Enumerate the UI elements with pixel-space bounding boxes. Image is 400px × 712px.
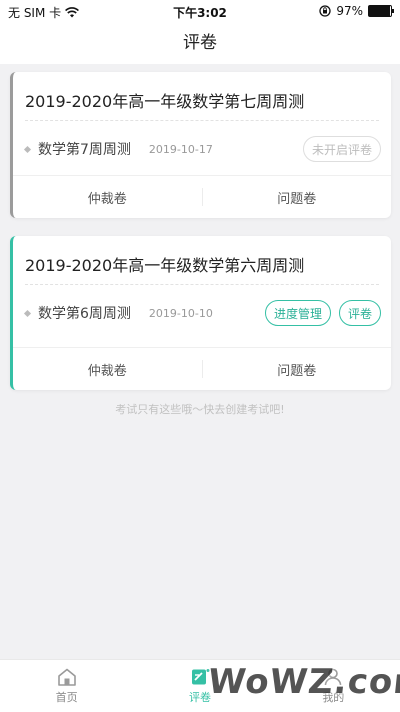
exam-subject: 数学第7周周测: [38, 142, 131, 158]
arbitration-papers-button[interactable]: 仲裁卷: [13, 188, 202, 207]
exam-title: 2019-2020年高一年级数学第七周周测: [25, 92, 305, 111]
exam-subject-row: 数学第7周周测 2019-10-17 未开启评卷: [23, 136, 381, 162]
dashed-divider: [25, 120, 379, 121]
exam-card: 2019-2020年高一年级数学第七周周测 数学第7周周测 2019-10-17…: [10, 72, 391, 218]
arbitration-papers-button[interactable]: 仲裁卷: [13, 360, 202, 379]
start-grading-button[interactable]: 评卷: [338, 300, 381, 326]
progress-management-button[interactable]: 进度管理: [264, 300, 331, 326]
grading-not-started-button: 未开启评卷: [302, 136, 381, 162]
problem-papers-button[interactable]: 问题卷: [203, 188, 392, 207]
diamond-bullet-icon: [23, 309, 32, 317]
home-icon: [57, 668, 77, 686]
battery-icon: [368, 5, 394, 17]
diamond-bullet-icon: [23, 145, 32, 153]
tab-label: 首页: [55, 690, 78, 704]
empty-list-hint: 考试只有这些哦～快去创建考试吧!: [115, 403, 285, 416]
exam-title: 2019-2020年高一年级数学第六周周测: [25, 256, 305, 275]
status-bar: 无 SIM 卡 下午3:02 97%: [0, 0, 400, 22]
card-footer: 仲裁卷 问题卷: [13, 175, 391, 218]
battery-fill: [369, 6, 391, 16]
tab-home[interactable]: 首页: [0, 660, 133, 712]
dashed-divider: [25, 284, 379, 285]
watermark-logo: WoWZ.com: [206, 662, 400, 702]
problem-papers-button[interactable]: 问题卷: [203, 360, 392, 379]
battery-percent: 97%: [336, 4, 363, 18]
orientation-lock-icon: [319, 5, 331, 17]
page-title: 评卷: [0, 22, 400, 64]
exam-date: 2019-10-17: [148, 142, 213, 156]
card-footer: 仲裁卷 问题卷: [13, 347, 391, 390]
exam-card: 2019-2020年高一年级数学第六周周测 数学第6周周测 2019-10-10…: [10, 236, 391, 390]
exam-date: 2019-10-10: [148, 306, 213, 320]
exam-subject-row: 数学第6周周测 2019-10-10 进度管理 评卷: [23, 300, 381, 326]
exam-subject: 数学第6周周测: [38, 306, 131, 322]
